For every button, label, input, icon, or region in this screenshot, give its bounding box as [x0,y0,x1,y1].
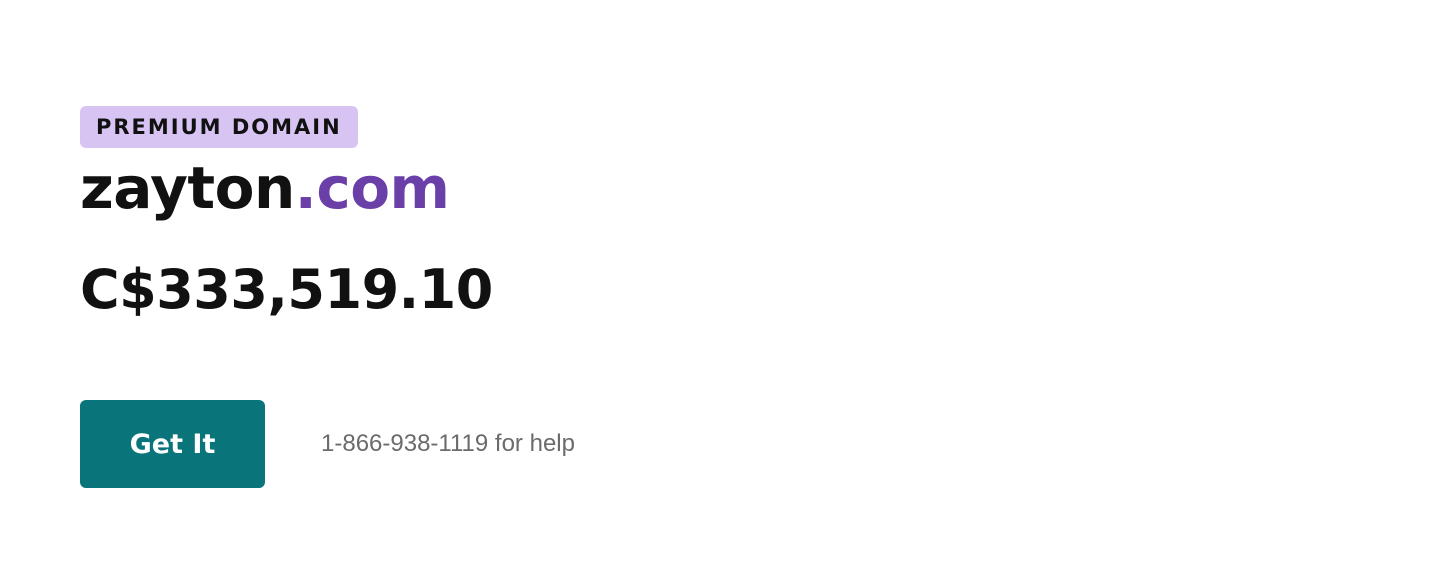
get-it-button[interactable]: Get It [80,400,265,488]
domain-offer-card: PREMIUM DOMAIN zayton.com C$333,519.10 [80,106,493,322]
help-suffix-label: for help [488,430,575,457]
domain-name: zayton.com [80,152,493,224]
domain-price: C$333,519.10 [80,258,493,321]
help-line: 1-866-938-1119 for help [321,430,575,458]
premium-domain-badge: PREMIUM DOMAIN [80,106,358,148]
action-row: Get It 1-866-938-1119 for help [80,400,575,488]
domain-name-label: zayton [80,154,295,222]
domain-tld-label: .com [294,154,450,222]
help-phone-link[interactable]: 1-866-938-1119 [321,430,488,457]
